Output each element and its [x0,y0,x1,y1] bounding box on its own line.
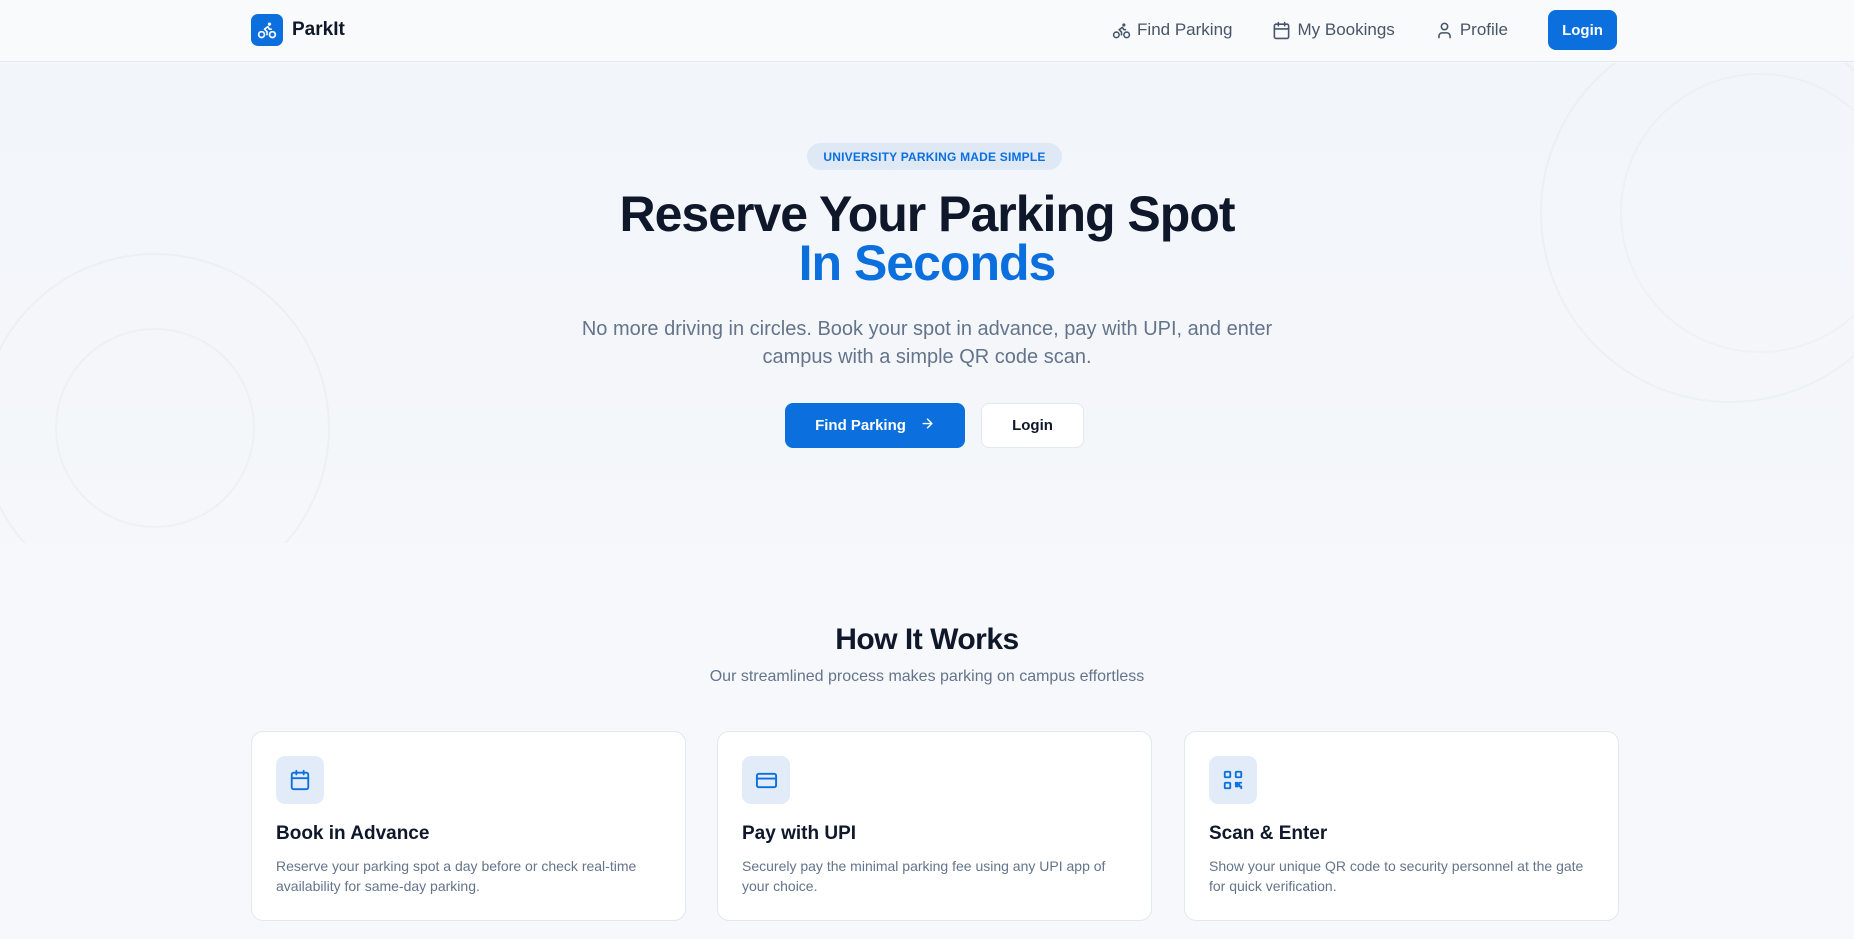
hero-actions: Find Parking Login [785,403,1084,448]
nav-find-parking-label: Find Parking [1137,20,1233,39]
hero-title-accent: In Seconds [798,235,1057,291]
feature-card-description: Reserve your parking spot a day before o… [276,858,637,894]
hero-login-button[interactable]: Login [981,403,1084,448]
find-parking-button[interactable]: Find Parking [785,403,965,448]
feature-card-scan-and-enter: Scan & Enter Show your unique QR code to… [1184,731,1619,921]
feature-card-book-in-advance: Book in Advance Reserve your parking spo… [251,731,686,921]
calendar-icon [1272,21,1291,40]
find-parking-button-label: Find Parking [815,417,906,434]
feature-card-title: Pay with UPI [742,823,857,844]
bicycle-icon [1112,21,1131,40]
how-it-works-title: How It Works [835,623,1019,656]
nav-profile-label: Profile [1459,20,1508,39]
feature-card-title: Book in Advance [276,823,430,844]
feature-card-description: Securely pay the minimal parking fee usi… [742,858,1106,894]
bicycle-icon [251,14,283,46]
nav-find-parking[interactable]: Find Parking [1112,10,1232,50]
calendar-icon [276,756,324,804]
feature-card-title: Scan & Enter [1209,823,1328,844]
nav-my-bookings[interactable]: My Bookings [1272,10,1395,50]
feature-card-pay-with-upi: Pay with UPI Securely pay the minimal pa… [717,731,1152,921]
arrow-right-icon [920,416,935,435]
main-nav: Find Parking My Bookings Profile Login [1112,10,1617,50]
qr-code-icon [1209,756,1257,804]
feature-card-description: Show your unique QR code to security per… [1209,858,1584,894]
hero-title: Reserve Your Parking Spot [619,186,1235,242]
top-navbar: ParkIt Find Parking My Bookings Profile … [0,0,1854,62]
nav-profile[interactable]: Profile [1435,10,1508,50]
credit-card-icon [742,756,790,804]
decorative-circle [55,328,255,528]
hero-badge: UNIVERSITY PARKING MADE SIMPLE [807,143,1062,170]
hero-section: UNIVERSITY PARKING MADE SIMPLE Reserve Y… [0,63,1854,543]
nav-my-bookings-label: My Bookings [1297,20,1395,39]
login-button[interactable]: Login [1548,10,1617,50]
user-icon [1435,21,1454,40]
how-it-works-subtitle: Our streamlined process makes parking on… [709,668,1145,685]
hero-subtitle: No more driving in circles. Book your sp… [581,318,1273,368]
brand[interactable]: ParkIt [251,14,345,46]
brand-name: ParkIt [292,19,345,40]
